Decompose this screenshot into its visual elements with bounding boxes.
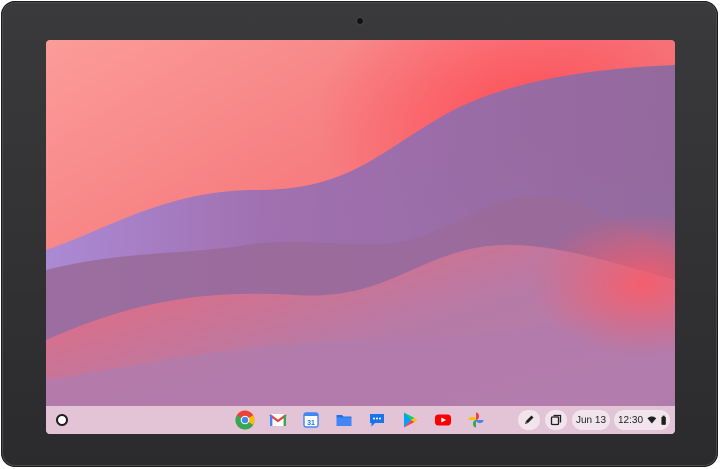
chat-app[interactable] xyxy=(366,409,388,431)
overview-icon xyxy=(550,414,562,426)
gmail-app[interactable] xyxy=(267,409,289,431)
time-label: 12:30 xyxy=(618,414,644,426)
launcher-button[interactable] xyxy=(52,410,72,430)
date-label: Jun 13 xyxy=(575,414,607,426)
chrome-app[interactable] xyxy=(234,409,256,431)
chat-icon xyxy=(370,414,384,427)
photos-app[interactable] xyxy=(465,409,487,431)
launcher-circle-icon xyxy=(56,414,68,426)
wallpaper xyxy=(46,40,675,434)
battery-icon xyxy=(661,415,666,425)
files-app[interactable] xyxy=(333,409,355,431)
play-store-icon xyxy=(404,412,418,428)
calendar-icon: 31 xyxy=(303,412,319,428)
date-tray[interactable]: Jun 13 xyxy=(572,410,610,430)
calendar-app[interactable]: 31 xyxy=(300,409,322,431)
files-icon xyxy=(336,415,352,426)
gmail-icon xyxy=(269,414,287,426)
stylus-icon xyxy=(525,415,534,424)
wifi-icon xyxy=(647,416,657,424)
stylus-tools-button[interactable] xyxy=(518,410,540,430)
photos-icon xyxy=(468,412,484,428)
screen: 31 Jun 13 12:30 xyxy=(46,40,675,434)
svg-text:31: 31 xyxy=(307,420,315,427)
pinned-apps: 31 xyxy=(234,409,487,431)
chrome-icon xyxy=(235,410,255,430)
status-area[interactable]: 12:30 xyxy=(614,410,670,430)
tablet-device: 31 Jun 13 12:30 xyxy=(1,1,718,467)
overview-button[interactable] xyxy=(545,410,567,430)
play-store-app[interactable] xyxy=(399,409,421,431)
youtube-app[interactable] xyxy=(432,409,454,431)
youtube-icon xyxy=(435,414,451,426)
front-camera xyxy=(357,18,363,24)
